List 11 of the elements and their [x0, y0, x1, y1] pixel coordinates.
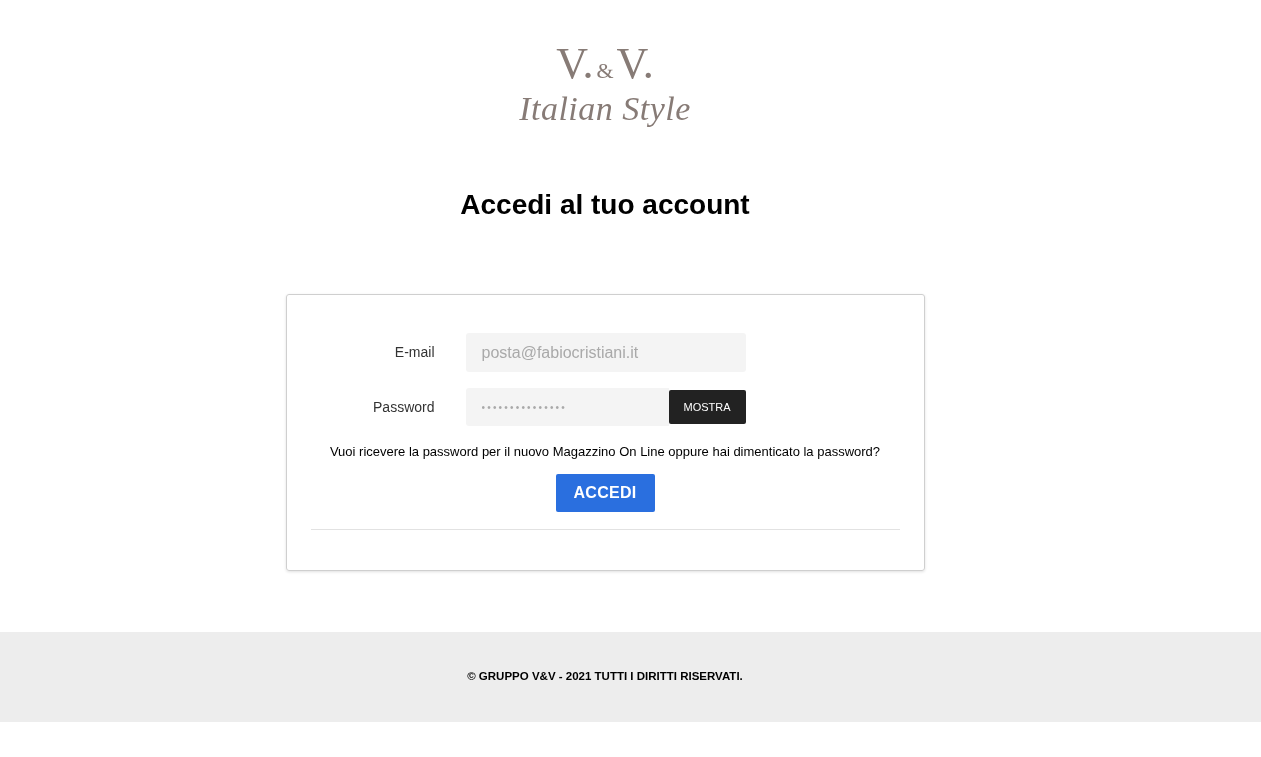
password-field[interactable]: •••••••••••••••	[465, 388, 669, 426]
copyright-text: © GRUPPO V&V - 2021 TUTTI I DIRITTI RISERVATI.	[467, 669, 743, 685]
logo-tagline: Italian Style	[519, 89, 691, 129]
field-label: E-mail	[393, 343, 435, 362]
help-text: Vuoi ricevere la password per il nuovo Magazzino On Line oppure hai dimenticato la password?	[328, 443, 882, 461]
logo-monogram: V.&V.	[556, 44, 654, 90]
show-password-button[interactable]: MOSTRA	[668, 390, 746, 424]
field-label: Password	[372, 397, 435, 417]
login-button[interactable]: ACCEDI	[555, 474, 655, 512]
email-field[interactable]: posta@fabiocristiani.it	[465, 333, 746, 372]
page-heading: Accedi al tuo account	[460, 188, 750, 222]
